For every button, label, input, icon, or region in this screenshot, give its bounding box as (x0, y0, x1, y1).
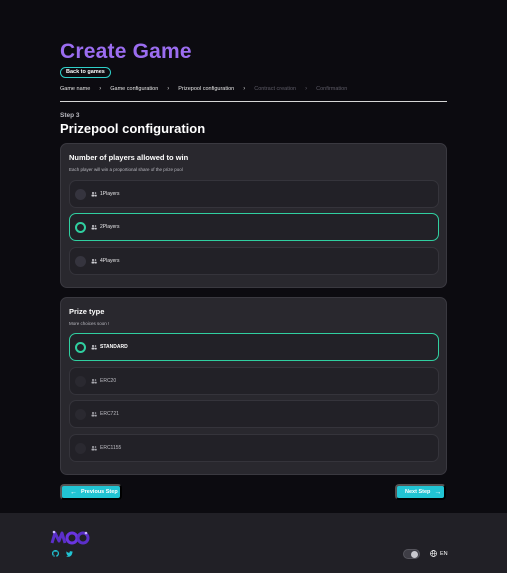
chevron-right-icon: › (305, 86, 308, 92)
prize-type-subtitle: More choices soon ! (69, 321, 110, 326)
option-label: 1Players (100, 191, 120, 197)
prize-type-card: Prize type More choices soon ! STANDARD … (60, 297, 447, 475)
option-label: ERC20 (100, 378, 117, 384)
radio-button[interactable] (75, 188, 86, 200)
players-card-subtitle: Each player will win a proportional shar… (69, 167, 183, 172)
radio-button-disabled (75, 408, 86, 420)
users-icon (91, 259, 97, 264)
breadcrumb-item-game-configuration[interactable]: Game configuration (110, 86, 158, 92)
breadcrumb-item-contract-creation: Contract creation (254, 86, 297, 92)
users-icon (91, 192, 97, 197)
prize-option-erc1155: ERC1155 (69, 434, 439, 462)
players-card-title: Number of players allowed to win (69, 153, 189, 162)
prize-option-erc20: ERC20 (69, 367, 439, 395)
option-label: 2Players (100, 224, 120, 230)
radio-button[interactable] (75, 255, 86, 267)
breadcrumb-item-game-name[interactable]: Game name (60, 86, 90, 92)
arrow-left-icon: ← (70, 488, 77, 496)
radio-button-disabled (75, 442, 86, 454)
page-title: Create Game (60, 40, 192, 63)
breadcrumb-divider (60, 101, 447, 102)
next-step-label: Next Step (405, 489, 431, 495)
moon-icon (411, 551, 418, 558)
option-label: 4Players (100, 258, 120, 264)
radio-button-disabled (75, 375, 86, 387)
chevron-right-icon: › (167, 86, 170, 92)
next-step-button[interactable]: Next Step → (395, 484, 446, 500)
back-to-games-button[interactable]: Back to games (60, 67, 111, 78)
prize-option-standard[interactable]: STANDARD (69, 333, 439, 361)
users-icon (91, 225, 97, 230)
breadcrumb-item-prizepool-configuration[interactable]: Prizepool configuration (178, 86, 234, 92)
breadcrumb: Game name › Game configuration › Prizepo… (60, 86, 447, 92)
twitter-icon[interactable] (66, 551, 73, 557)
language-selector[interactable]: EN (430, 550, 448, 557)
chevron-right-icon: › (99, 86, 102, 92)
prize-option-erc721: ERC721 (69, 400, 439, 428)
theme-toggle[interactable] (403, 549, 420, 559)
step-label: Step 3 (60, 112, 80, 119)
footer: EN (0, 513, 507, 573)
chevron-right-icon: › (243, 86, 246, 92)
radio-button-selected[interactable] (75, 221, 86, 233)
language-label: EN (440, 550, 448, 557)
previous-step-label: Previous Step (81, 489, 118, 495)
globe-icon (430, 550, 437, 557)
option-label: ERC721 (100, 411, 119, 417)
logo[interactable] (50, 529, 90, 547)
users-icon (91, 345, 97, 350)
section-title: Prizepool configuration (60, 121, 206, 136)
prize-type-title: Prize type (69, 307, 105, 316)
radio-button-selected[interactable] (75, 341, 86, 353)
users-icon (91, 446, 97, 451)
breadcrumb-item-confirmation: Confirmation (316, 86, 348, 92)
option-label: STANDARD (100, 344, 128, 350)
players-option-4[interactable]: 4Players (69, 247, 439, 275)
players-option-2[interactable]: 2Players (69, 213, 439, 241)
players-option-1[interactable]: 1Players (69, 180, 439, 208)
github-icon[interactable] (52, 550, 59, 557)
users-icon (91, 379, 97, 384)
option-label: ERC1155 (100, 445, 122, 451)
arrow-right-icon: → (434, 488, 442, 496)
players-card: Number of players allowed to win Each pl… (60, 143, 447, 288)
users-icon (91, 412, 97, 417)
previous-step-button[interactable]: ← Previous Step (60, 484, 122, 500)
